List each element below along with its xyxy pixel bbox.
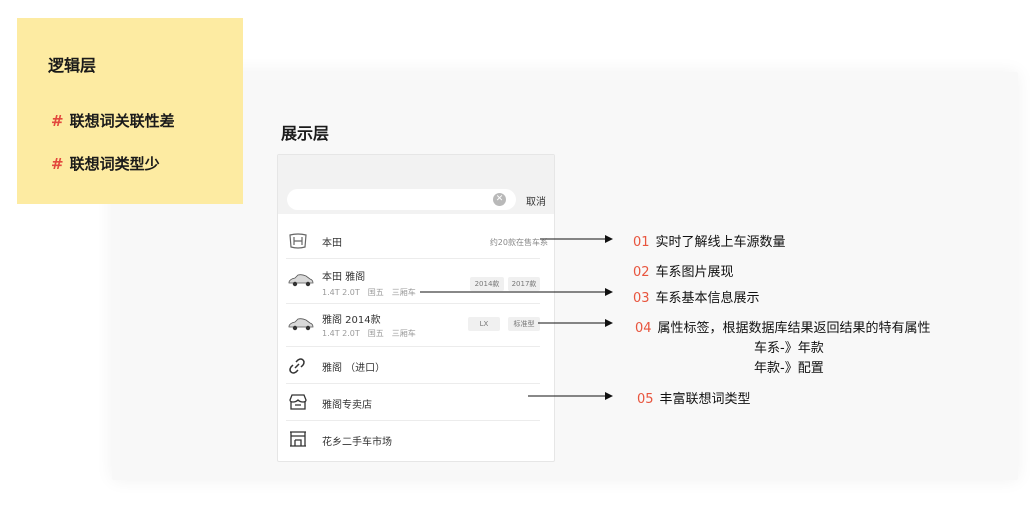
annotation-text: 丰富联想词类型	[659, 392, 751, 407]
annotation-01: 01 实时了解线上车源数量	[633, 231, 786, 250]
annotation-04-detail-1: 车系-》年款	[754, 341, 824, 356]
annotation-number: 01	[633, 235, 650, 250]
annotation-03: 03 车系基本信息展示	[633, 287, 760, 306]
annotation-text: 实时了解线上车源数量	[655, 235, 786, 250]
annotation-number: 04	[635, 321, 652, 336]
annotation-04-detail-2: 年款-》配置	[754, 361, 824, 376]
annotation-text: 属性标签，根据数据库结果返回结果的特有属性	[657, 321, 931, 336]
annotation-number: 03	[633, 291, 650, 306]
annotation-text: 车系基本信息展示	[655, 291, 760, 306]
annotation-number: 02	[633, 265, 650, 280]
annotation-text: 车系图片展现	[655, 265, 734, 280]
annotation-05: 05 丰富联想词类型	[637, 388, 751, 407]
annotation-02: 02 车系图片展现	[633, 261, 734, 280]
annotation-number: 05	[637, 392, 654, 407]
annotation-04: 04 属性标签，根据数据库结果返回结果的特有属性	[635, 317, 931, 336]
annotation-arrows	[420, 235, 613, 400]
